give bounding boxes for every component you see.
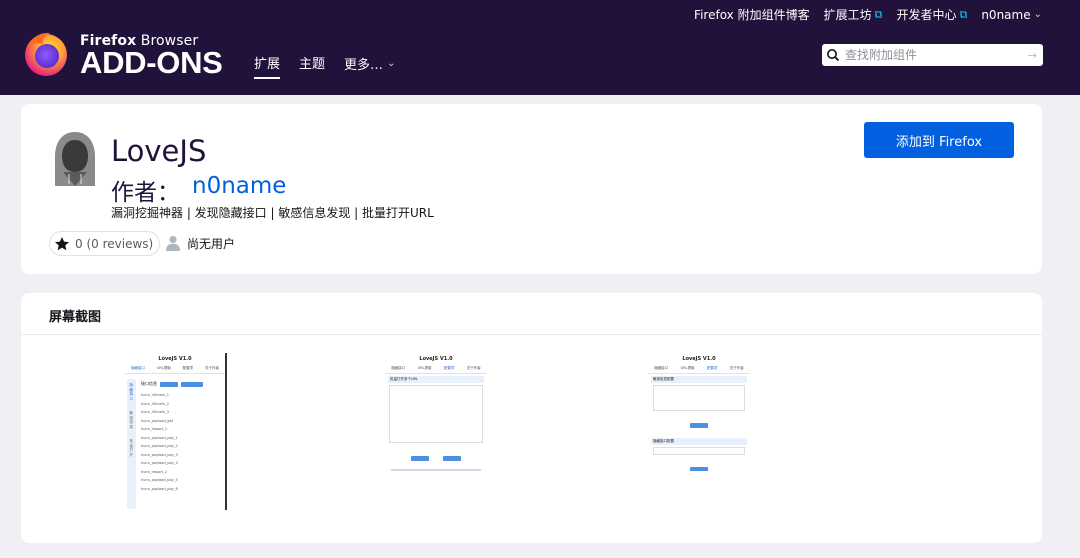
- screenshots-card: 屏幕截图 LoveJS V1.0 隐藏接口 URL提取 配置项 关于作者 隐藏接…: [21, 293, 1042, 543]
- search-input[interactable]: [845, 48, 1025, 62]
- nav-extensions[interactable]: 扩展: [254, 53, 281, 79]
- chevron-down-icon: ⌄: [1033, 9, 1042, 20]
- nav-themes[interactable]: 主题: [299, 53, 325, 79]
- screenshot-thumbnail-3[interactable]: LoveJS V1.0 隐藏接口 URL提取 配置项 关于作者 敏感信息配置 隐…: [648, 353, 750, 471]
- nav-more[interactable]: 更多… ⌄: [344, 53, 395, 79]
- developer-hub-link[interactable]: 开发者中心 ⧉: [896, 6, 967, 23]
- addon-title: LoveJS: [111, 134, 207, 168]
- users-count: 尚无用户: [164, 234, 235, 252]
- user-icon: [166, 235, 180, 251]
- screenshots-heading: 屏幕截图: [49, 310, 102, 325]
- search-box: →: [822, 44, 1043, 66]
- top-links: Firefox 附加组件博客 扩展工坊 ⧉ 开发者中心 ⧉ n0name ⌄: [694, 6, 1042, 23]
- search-submit-icon[interactable]: →: [1028, 49, 1037, 62]
- author-link[interactable]: n0name: [192, 173, 286, 207]
- site-header: Firefox 附加组件博客 扩展工坊 ⧉ 开发者中心 ⧉ n0name ⌄ Fire…: [0, 0, 1080, 95]
- main-nav: 扩展 主题 更多… ⌄: [254, 53, 395, 79]
- addon-icon: [55, 132, 95, 186]
- screenshot-thumbnail-1[interactable]: LoveJS V1.0 隐藏接口 URL提取 配置项 关于作者 隐藏接口 敏感信…: [125, 353, 227, 510]
- addon-info-card: LoveJS 作者： n0name 漏洞挖掘神器 | 发现隐藏接口 | 敏感信息…: [21, 104, 1042, 274]
- rating-badge[interactable]: 0 (0 reviews): [49, 231, 161, 256]
- user-menu[interactable]: n0name ⌄: [981, 6, 1042, 23]
- add-to-firefox-button[interactable]: 添加到 Firefox: [864, 122, 1014, 158]
- firefox-logo-icon[interactable]: [22, 30, 70, 78]
- external-link-icon: ⧉: [874, 7, 883, 21]
- extension-workshop-link[interactable]: 扩展工坊 ⧉: [824, 6, 883, 23]
- addon-author: 作者： n0name: [111, 173, 287, 207]
- chevron-down-icon: ⌄: [387, 58, 396, 69]
- external-link-icon: ⧉: [959, 7, 968, 21]
- addon-summary: 漏洞挖掘神器 | 发现隐藏接口 | 敏感信息发现 | 批量打开URL: [111, 206, 434, 220]
- screenshot-thumbnail-2[interactable]: LoveJS V1.0 隐藏接口 URL提取 配置项 关于作者 批量打开多个UR…: [385, 353, 487, 475]
- divider: [21, 334, 1042, 335]
- search-icon: [827, 49, 840, 62]
- star-icon: [55, 236, 69, 250]
- brand[interactable]: Firefox Browser ADD-ONS: [80, 33, 223, 78]
- blog-link[interactable]: Firefox 附加组件博客: [694, 6, 810, 23]
